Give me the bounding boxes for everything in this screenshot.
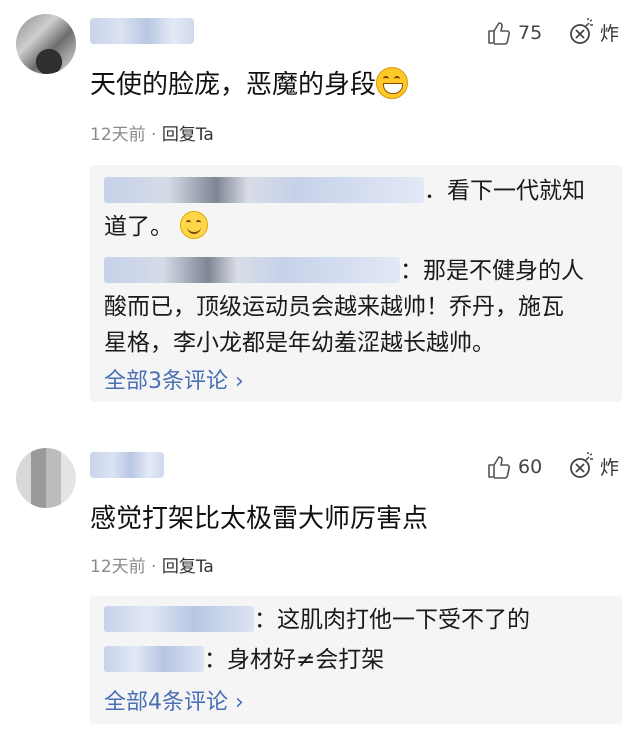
comment-meta: 12天前 · 回复Ta <box>90 552 214 577</box>
username-blurred[interactable] <box>90 452 164 478</box>
reply-button[interactable]: 回复Ta <box>162 557 214 577</box>
bomb-label: 炸 <box>600 22 620 45</box>
meta-separator: · <box>151 557 157 577</box>
reply-item: ：那是不健身的人 <box>104 253 608 289</box>
view-all-replies-link[interactable]: 全部4条评论 › <box>104 684 244 716</box>
comment-meta: 12天前 · 回复Ta <box>90 120 214 145</box>
smile-emoji-icon <box>180 211 209 239</box>
username-blurred[interactable] <box>90 18 194 44</box>
reply-item: ．看下一代就知 <box>104 173 608 209</box>
reply-preview-box[interactable]: ．看下一代就知 道了。 ：那是不健身的人 酸而已，顶级运动员会越来越帅！乔丹，施… <box>90 165 622 402</box>
avatar[interactable] <box>16 448 76 508</box>
like-button[interactable]: 60 <box>486 454 542 480</box>
reply-author-blurred[interactable] <box>104 257 400 283</box>
timestamp: 12天前 <box>90 125 146 145</box>
reply-author-blurred[interactable] <box>104 606 254 632</box>
comment-text: 感觉打架比太极雷大师厉害点 <box>90 504 429 534</box>
reply-item-cont: 道了。 <box>104 209 608 245</box>
reply-author-blurred[interactable] <box>104 177 424 203</box>
reply-item: ：身材好≠会打架 <box>104 642 608 678</box>
reply-author-blurred[interactable] <box>104 646 204 672</box>
thumbs-up-icon <box>488 22 511 45</box>
timestamp: 12天前 <box>90 557 146 577</box>
bomb-icon <box>570 452 593 478</box>
bomb-button[interactable]: 炸 <box>568 452 619 480</box>
like-count: 60 <box>518 456 543 478</box>
avatar[interactable] <box>16 14 76 74</box>
reply-button[interactable]: 回复Ta <box>162 125 214 145</box>
bomb-label: 炸 <box>600 456 620 479</box>
like-button[interactable]: 75 <box>486 20 542 46</box>
thumbs-up-icon <box>488 456 511 479</box>
reply-item: ：这肌肉打他一下受不了的 <box>104 602 608 638</box>
view-all-replies-link[interactable]: 全部3条评论 › <box>104 363 244 395</box>
chevron-right-icon: › <box>235 369 244 394</box>
reply-preview-box[interactable]: ：这肌肉打他一下受不了的 ：身材好≠会打架 全部4条评论 › <box>90 596 622 724</box>
reply-item-cont: 酸而已，顶级运动员会越来越帅！乔丹，施瓦 <box>104 294 564 320</box>
like-count: 75 <box>518 22 543 44</box>
bomb-button[interactable]: 炸 <box>568 18 619 46</box>
reply-item-cont: 星格，李小龙都是年幼羞涩越长越帅。 <box>104 330 495 356</box>
chevron-right-icon: › <box>235 690 244 715</box>
comment-text: 天使的脸庞，恶魔的身段 <box>90 64 409 101</box>
bomb-icon <box>570 18 593 44</box>
grinning-face-icon <box>376 67 409 99</box>
meta-separator: · <box>151 125 157 145</box>
